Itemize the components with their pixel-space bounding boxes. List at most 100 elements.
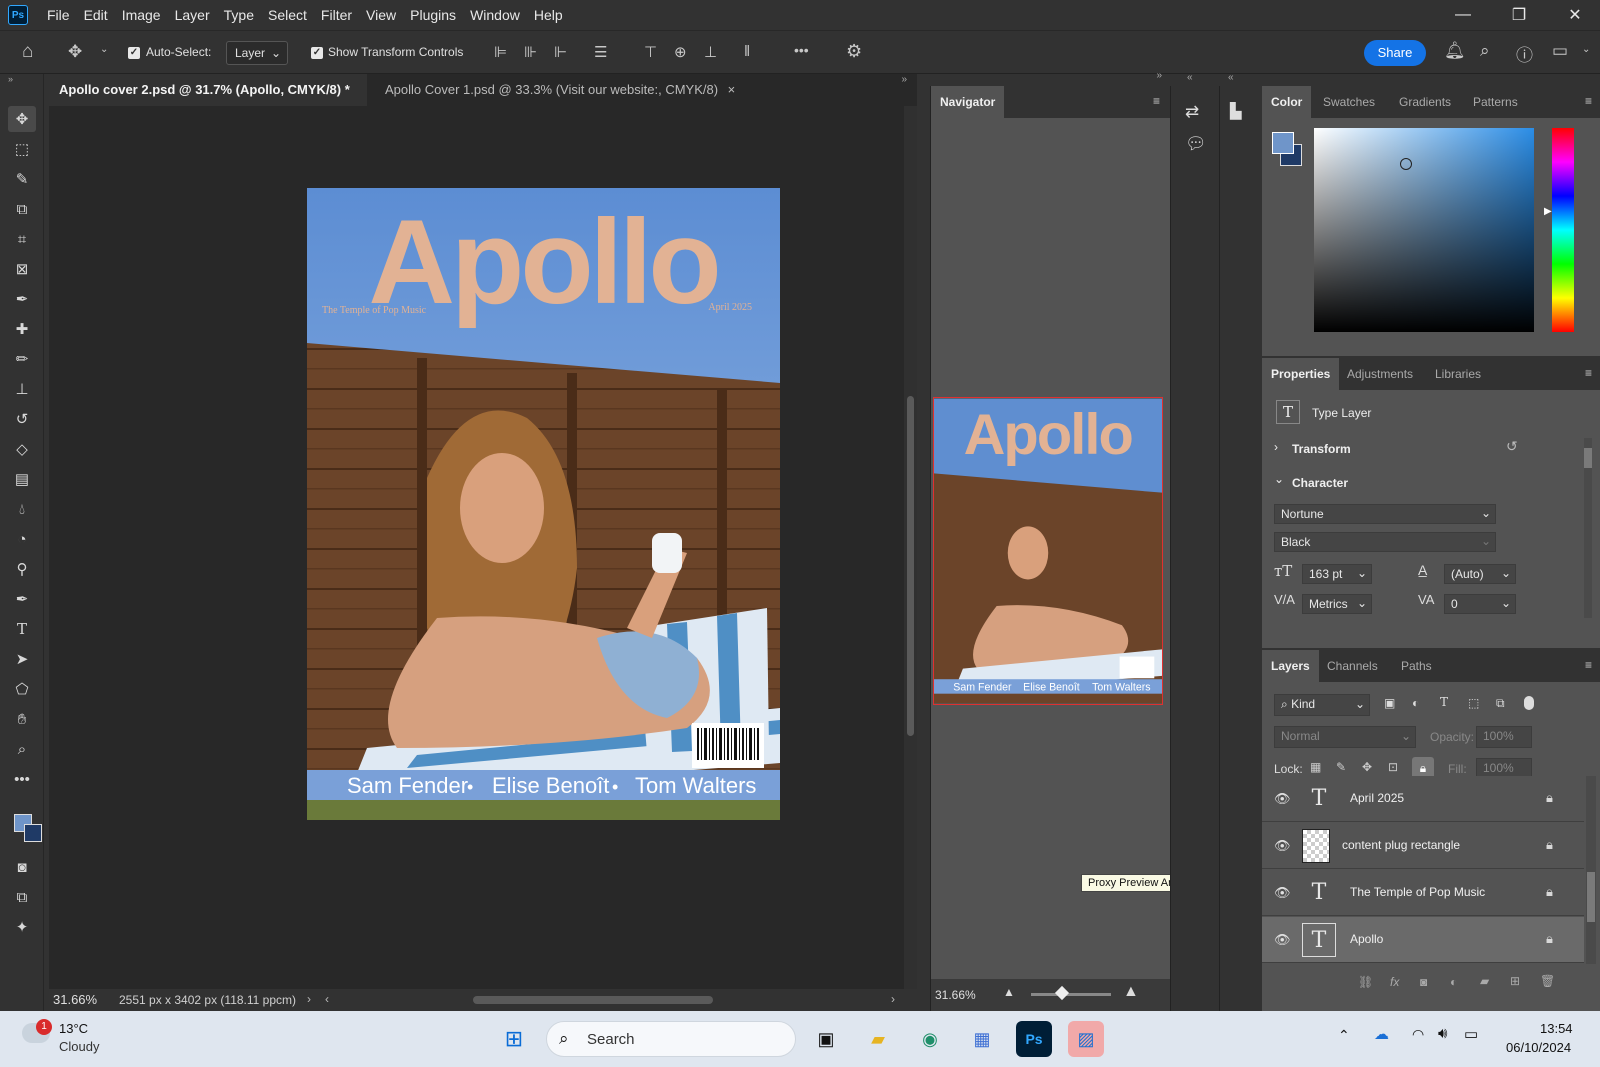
lock-icon[interactable]: 🔒︎: [1546, 884, 1553, 900]
collapse-icon[interactable]: »: [1156, 70, 1162, 81]
edge-icon[interactable]: ◉: [912, 1021, 948, 1057]
color-picker-ring[interactable]: [1400, 158, 1412, 170]
zoom-level[interactable]: 31.66%: [53, 992, 97, 1007]
layer-row-selected[interactable]: 👁︎ T Apollo 🔒︎: [1262, 917, 1584, 963]
eye-icon[interactable]: 👁︎: [1274, 932, 1291, 948]
color-field[interactable]: [1314, 128, 1534, 332]
eye-icon[interactable]: 👁︎: [1274, 791, 1291, 807]
clock-date[interactable]: 06/10/2024: [1506, 1040, 1571, 1055]
navigator-preview[interactable]: Apollo Sam Fender Elise Benoît Tom Walte…: [933, 397, 1163, 705]
tab-adjustments[interactable]: Adjustments: [1338, 358, 1422, 390]
foreground-color-chip[interactable]: [1272, 132, 1294, 154]
search-input[interactable]: ⌕ Search: [546, 1021, 796, 1057]
lock-icon[interactable]: 🔒︎: [1546, 931, 1553, 947]
zoom-in-icon[interactable]: ▲: [1123, 983, 1139, 1001]
eraser-tool-icon[interactable]: ◇: [8, 436, 36, 462]
menu-file[interactable]: File: [40, 0, 77, 30]
chevron-right-icon[interactable]: ›: [1274, 440, 1278, 454]
tab-channels[interactable]: Channels: [1318, 650, 1387, 682]
chevron-down-icon[interactable]: ⌄: [1582, 44, 1590, 55]
pen-tool-icon[interactable]: ✒: [8, 586, 36, 612]
brush-tool-icon[interactable]: ✏: [8, 346, 36, 372]
canvas-area[interactable]: Apollo The Temple of Pop Music April 202…: [49, 106, 904, 989]
chevron-down-icon[interactable]: ⌄: [1274, 472, 1284, 486]
minimize-button[interactable]: —: [1440, 0, 1486, 30]
leading-field[interactable]: (Auto) ⌄: [1444, 564, 1516, 584]
quick-mask-icon[interactable]: ◙: [8, 854, 36, 880]
sponge-tool-icon[interactable]: ⚲: [8, 556, 36, 582]
auto-select-dropdown[interactable]: Layer ⌄: [226, 41, 288, 65]
zoom-tool-icon[interactable]: ⌕: [8, 736, 36, 762]
align-bottom-icon[interactable]: ⊥: [704, 43, 717, 61]
blend-mode-select[interactable]: Normal ⌄: [1274, 726, 1416, 748]
align-top-icon[interactable]: ⊤: [644, 43, 657, 61]
comments-icon[interactable]: 💬︎: [1185, 134, 1207, 154]
zoom-slider-thumb[interactable]: [1054, 985, 1070, 1001]
shape-tool-icon[interactable]: ⬠: [8, 676, 36, 702]
home-icon[interactable]: ⌂: [22, 41, 33, 63]
scroll-thumb[interactable]: [907, 396, 914, 736]
chevron-left-icon[interactable]: ‹: [325, 992, 329, 1006]
magazine-cover[interactable]: Apollo The Temple of Pop Music April 202…: [307, 188, 780, 820]
hue-marker-icon[interactable]: ▶: [1544, 206, 1552, 217]
distribute-vertical-icon[interactable]: ‖: [744, 43, 750, 60]
wifi-icon[interactable]: ◠: [1412, 1026, 1424, 1043]
distribute-icon[interactable]: ☰: [594, 43, 607, 61]
font-family-select[interactable]: Nortune ⌄: [1274, 504, 1496, 524]
tab-navigator[interactable]: Navigator: [931, 86, 1005, 118]
filter-pixel-icon[interactable]: ▣: [1384, 696, 1395, 710]
photos-icon[interactable]: ▨: [1068, 1021, 1104, 1057]
layer-row[interactable]: 👁︎ T The Temple of Pop Music 🔒︎: [1262, 870, 1584, 916]
tab-apollo-cover-1[interactable]: Apollo Cover 1.psd @ 33.3% (Visit our we…: [375, 74, 745, 106]
auto-select-checkbox[interactable]: ✓: [128, 47, 140, 59]
quick-select-tool-icon[interactable]: ✎: [8, 166, 36, 192]
eye-icon[interactable]: 👁︎: [1274, 885, 1291, 901]
show-transform-checkbox[interactable]: ✓: [311, 47, 323, 59]
tab-paths[interactable]: Paths: [1392, 650, 1441, 682]
hand-tool-icon[interactable]: ✋︎: [8, 706, 36, 732]
history-icon[interactable]: ⇄: [1185, 102, 1199, 122]
panel-menu-icon[interactable]: ≡: [1585, 658, 1592, 672]
help-icon[interactable]: ⓘ: [1516, 41, 1533, 66]
workspace-icon[interactable]: ▭: [1552, 41, 1568, 61]
marquee-tool-icon[interactable]: ⬚: [8, 136, 36, 162]
mask-icon[interactable]: ◙: [1420, 975, 1427, 989]
folder-icon[interactable]: ▰: [1480, 974, 1489, 988]
more-options-icon[interactable]: •••: [794, 42, 809, 58]
chevron-right-icon[interactable]: ›: [307, 992, 311, 1006]
blur-tool-icon[interactable]: 💧︎: [8, 496, 36, 522]
chevron-down-icon[interactable]: ⌄: [100, 44, 108, 55]
file-explorer-icon[interactable]: ▰: [860, 1021, 896, 1057]
share-button[interactable]: Share: [1364, 40, 1426, 66]
collapse-icon[interactable]: »: [8, 74, 13, 84]
filter-adjustment-icon[interactable]: ◐: [1412, 696, 1419, 710]
gradient-tool-icon[interactable]: ▤: [8, 466, 36, 492]
lock-pixels-icon[interactable]: ✎: [1336, 760, 1346, 774]
lock-icon[interactable]: 🔒︎: [1546, 790, 1553, 806]
align-middle-icon[interactable]: ⊕: [674, 43, 687, 61]
layer-filter-select[interactable]: ⌕ Kind ⌄: [1274, 694, 1370, 716]
link-icon[interactable]: ⛓: [1358, 975, 1373, 989]
tab-color[interactable]: Color: [1262, 86, 1312, 118]
lock-artboard-icon[interactable]: ⊡: [1388, 760, 1398, 774]
zoom-slider[interactable]: [1031, 993, 1111, 996]
tab-properties[interactable]: Properties: [1262, 358, 1340, 390]
font-style-select[interactable]: Black ⌄: [1274, 532, 1496, 552]
volume-icon[interactable]: 🔊︎: [1438, 1025, 1447, 1042]
collapse-icon[interactable]: »: [901, 74, 907, 85]
store-icon[interactable]: ▦: [964, 1021, 1000, 1057]
opacity-field[interactable]: 100%: [1476, 726, 1532, 748]
menu-window[interactable]: Window: [463, 0, 527, 30]
lock-transparent-icon[interactable]: ▦: [1310, 760, 1321, 774]
photoshop-taskbar-icon[interactable]: Ps: [1016, 1021, 1052, 1057]
close-window-button[interactable]: ✕: [1552, 0, 1598, 30]
history-brush-icon[interactable]: ↺: [8, 406, 36, 432]
layer-row[interactable]: 👁︎ T April 2025 🔒︎: [1262, 776, 1584, 822]
new-layer-icon[interactable]: ⊞: [1510, 974, 1520, 988]
menu-layer[interactable]: Layer: [168, 0, 217, 30]
filter-shape-icon[interactable]: ⬚: [1468, 696, 1479, 710]
adjustment-layer-icon[interactable]: ◐: [1450, 975, 1457, 989]
menu-type[interactable]: Type: [217, 0, 261, 30]
layers-scrollbar[interactable]: [1586, 776, 1596, 964]
clock-time[interactable]: 13:54: [1540, 1021, 1573, 1036]
